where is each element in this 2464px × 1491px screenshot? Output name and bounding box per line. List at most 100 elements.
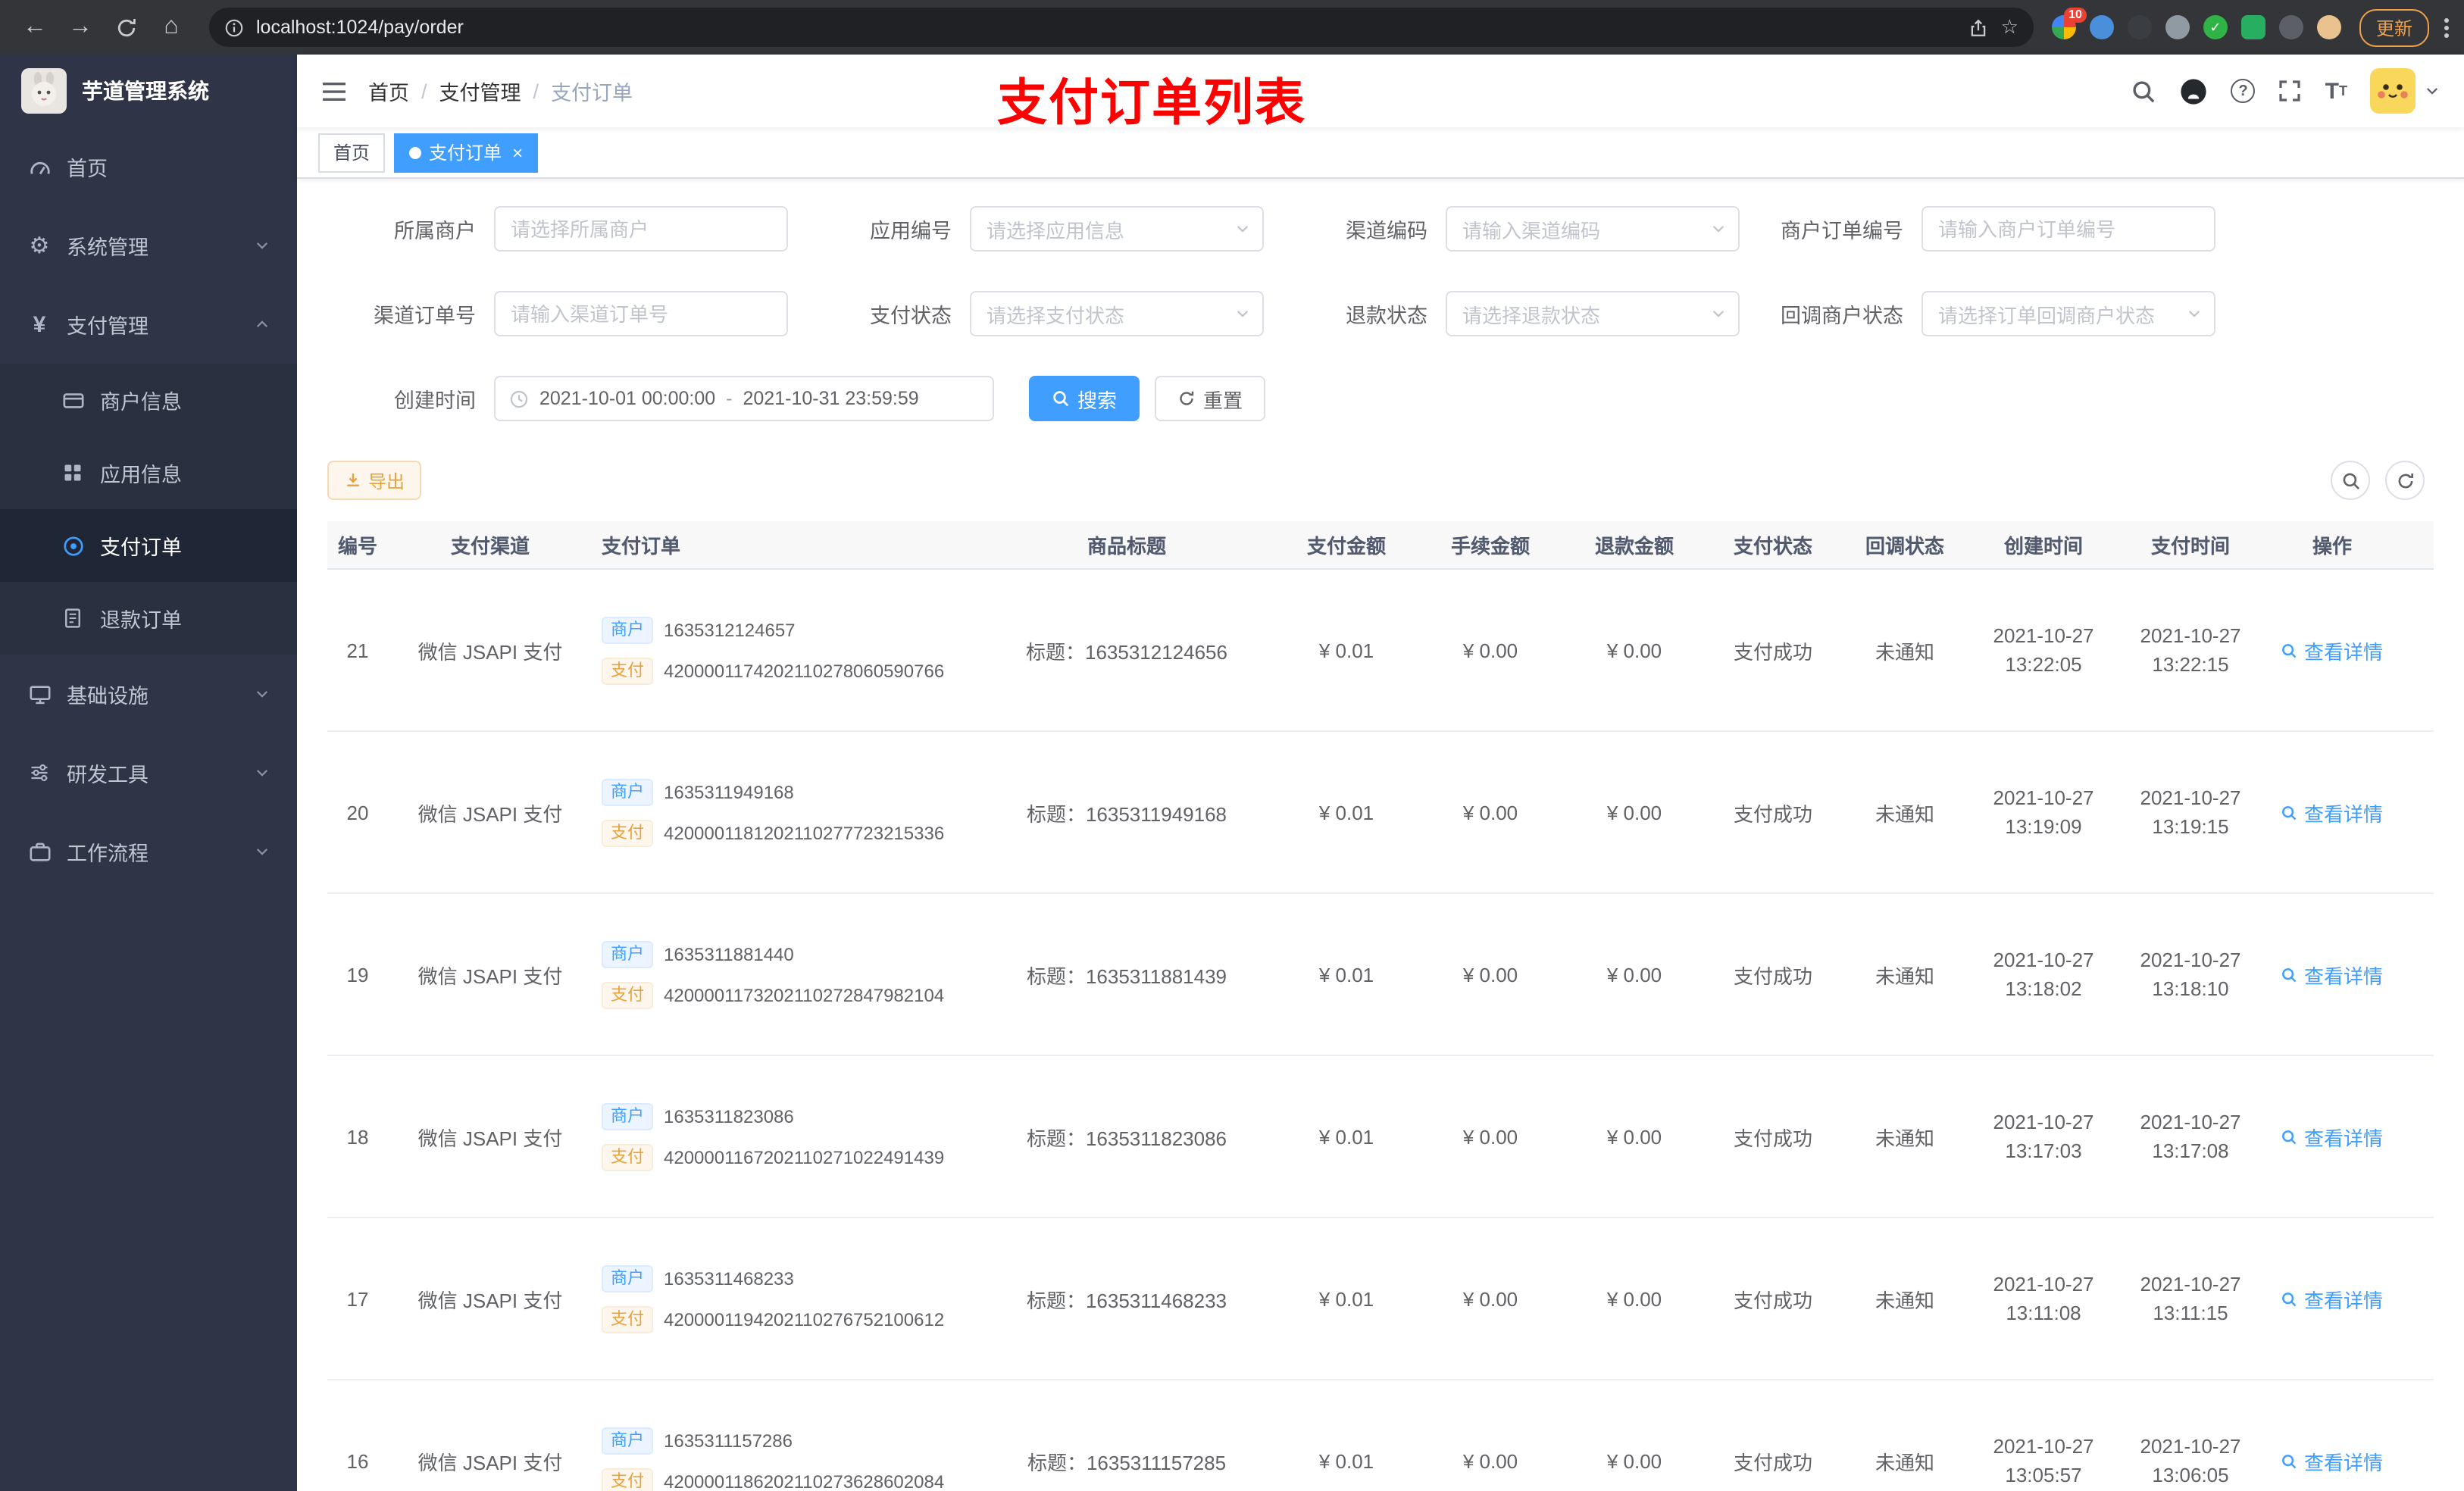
breadcrumb-payment[interactable]: 支付管理 bbox=[439, 76, 521, 106]
user-menu[interactable] bbox=[2370, 68, 2440, 114]
browser-menu-icon[interactable] bbox=[2444, 14, 2449, 40]
cell-pay-time: 2021-10-27 13:11:15 bbox=[2140, 1273, 2241, 1324]
view-detail-link[interactable]: 查看详情 bbox=[2281, 1284, 2383, 1313]
merchant-input[interactable] bbox=[494, 206, 788, 252]
chevron-down-icon bbox=[255, 238, 270, 253]
help-icon[interactable]: ? bbox=[2231, 79, 2256, 103]
cell-refund: ¥ 0.00 bbox=[1606, 963, 1662, 986]
url-text[interactable]: localhost:1024/pay/order bbox=[256, 17, 1957, 38]
sidebar-item-home[interactable]: 首页 bbox=[0, 127, 297, 206]
sidebar-item-dev-tools[interactable]: 研发工具 bbox=[0, 733, 297, 812]
fullscreen-icon[interactable] bbox=[2278, 79, 2303, 103]
ext-icon-1[interactable]: 10 bbox=[2051, 8, 2087, 39]
table-row: 19 微信 JSAPI 支付 商户 1635311881440 支付 4200001… bbox=[327, 894, 2434, 1056]
filter-pay-status: 支付状态 请选择支付状态 bbox=[803, 291, 1264, 336]
view-detail-link[interactable]: 查看详情 bbox=[2281, 1122, 2383, 1151]
pay-status-select[interactable]: 请选择支付状态 bbox=[970, 291, 1264, 336]
sidebar-item-infrastructure[interactable]: 基础设施 bbox=[0, 655, 297, 733]
select-placeholder: 请选择订单回调商户状态 bbox=[1938, 304, 2156, 327]
view-detail-link[interactable]: 查看详情 bbox=[2281, 798, 2383, 827]
notify-status-select[interactable]: 请选择订单回调商户状态 bbox=[1921, 291, 2215, 336]
cell-channel: 微信 JSAPI 支付 bbox=[417, 1451, 563, 1474]
cell-pay-time: 2021-10-27 13:18:10 bbox=[2140, 949, 2241, 1000]
table-header: 编号 支付渠道 支付订单 商品标题 支付金额 手续金额 退款金额 支付状态 回调… bbox=[327, 521, 2434, 570]
sidebar-item-system[interactable]: ⚙ 系统管理 bbox=[0, 206, 297, 285]
sidebar-item-merchant-info[interactable]: 商户信息 bbox=[0, 364, 297, 436]
channel-code-select[interactable]: 请输入渠道编码 bbox=[1446, 206, 1740, 252]
ext-icon-2[interactable] bbox=[2089, 15, 2114, 39]
cell-refund: ¥ 0.00 bbox=[1606, 639, 1662, 661]
cell-refund: ¥ 0.00 bbox=[1606, 1287, 1662, 1310]
cell-action: 查看详情 bbox=[2264, 1446, 2400, 1475]
refresh-table-button[interactable] bbox=[2385, 461, 2425, 500]
cell-id: 21 bbox=[346, 639, 369, 661]
tab-pay-order[interactable]: 支付订单 × bbox=[394, 133, 539, 172]
ext-icon-8[interactable] bbox=[2316, 15, 2341, 39]
breadcrumb: 首页 / 支付管理 / 支付订单 bbox=[368, 76, 633, 106]
table-row: 17 微信 JSAPI 支付 商户 1635311468233 支付 4200001… bbox=[327, 1218, 2434, 1380]
merchant-no: 1635312124657 bbox=[664, 619, 796, 640]
browser-back-icon[interactable]: ← bbox=[15, 8, 55, 47]
refund-status-select[interactable]: 请选择退款状态 bbox=[1446, 291, 1740, 336]
chevron-down-icon bbox=[1235, 221, 1250, 236]
sidebar-item-payment[interactable]: ¥ 支付管理 bbox=[0, 285, 297, 364]
breadcrumb-separator: / bbox=[533, 80, 539, 102]
channel-order-no-input[interactable] bbox=[494, 291, 788, 336]
merchant-order-no-input[interactable] bbox=[1921, 206, 2215, 252]
site-info-icon[interactable] bbox=[224, 17, 244, 37]
date-range-input[interactable]: 2021-10-01 00:00:00 - 2021-10-31 23:59:5… bbox=[494, 376, 994, 421]
tab-label: 支付订单 bbox=[429, 142, 502, 164]
font-size-icon[interactable]: TT bbox=[2325, 80, 2347, 102]
browser-forward-icon[interactable]: → bbox=[61, 8, 100, 47]
ext-icon-4[interactable] bbox=[2165, 15, 2190, 39]
cell-notify: 未通知 bbox=[1875, 964, 1934, 987]
sidebar-item-workflow[interactable]: 工作流程 bbox=[0, 812, 297, 891]
cell-notify: 未通知 bbox=[1875, 1127, 1934, 1149]
col-pay-time: 支付时间 bbox=[2150, 535, 2230, 558]
breadcrumb-separator: / bbox=[421, 80, 427, 102]
search-icon[interactable] bbox=[2131, 78, 2157, 104]
close-icon[interactable]: × bbox=[512, 143, 523, 161]
share-icon[interactable] bbox=[1969, 17, 1989, 37]
app-id-select[interactable]: 请选择应用信息 bbox=[970, 206, 1264, 252]
ext-icon-7[interactable] bbox=[2278, 15, 2303, 39]
filter-channel-code: 渠道编码 请输入渠道编码 bbox=[1279, 206, 1740, 252]
cell-amount: ¥ 0.01 bbox=[1318, 1125, 1374, 1148]
sidebar-item-label: 系统管理 bbox=[67, 236, 149, 259]
select-placeholder: 请选择支付状态 bbox=[987, 304, 1125, 327]
browser-reload-icon[interactable] bbox=[106, 8, 145, 47]
filter-refund-status: 退款状态 请选择退款状态 bbox=[1279, 291, 1740, 336]
sidebar-toggle-icon[interactable] bbox=[321, 80, 347, 102]
view-detail-link[interactable]: 查看详情 bbox=[2281, 1446, 2383, 1475]
reset-button[interactable]: 重置 bbox=[1155, 376, 1266, 421]
search-button[interactable]: 搜索 bbox=[1029, 376, 1140, 421]
ext-icon-5[interactable]: ✓ bbox=[2203, 15, 2228, 39]
ext-icon-3[interactable] bbox=[2127, 15, 2152, 39]
ext-icon-6[interactable] bbox=[2240, 15, 2265, 39]
sidebar-item-refund-order[interactable]: 退款订单 bbox=[0, 582, 297, 655]
cell-status: 支付成功 bbox=[1733, 1127, 1812, 1149]
breadcrumb-home[interactable]: 首页 bbox=[368, 76, 409, 106]
tab-home[interactable]: 首页 bbox=[318, 133, 386, 172]
browser-home-icon[interactable]: ⌂ bbox=[152, 8, 191, 47]
view-detail-link[interactable]: 查看详情 bbox=[2281, 636, 2383, 664]
cell-pay-order: 商户 1635311881440 支付 4200001173202110272847… bbox=[593, 940, 979, 1008]
address-bar[interactable]: localhost:1024/pay/order ☆ bbox=[209, 8, 2034, 47]
search-icon bbox=[2281, 1290, 2298, 1307]
export-button[interactable]: 导出 bbox=[327, 461, 422, 500]
sidebar-item-app-info[interactable]: 应用信息 bbox=[0, 436, 297, 509]
search-icon bbox=[2281, 804, 2298, 821]
pay-tag: 支付 bbox=[602, 981, 653, 1008]
payment-submenu: 商户信息 应用信息 支付订单 退款订单 bbox=[0, 364, 297, 655]
toggle-search-button[interactable] bbox=[2331, 461, 2370, 500]
select-placeholder: 请选择应用信息 bbox=[987, 219, 1125, 242]
view-detail-link[interactable]: 查看详情 bbox=[2281, 960, 2383, 989]
github-icon[interactable] bbox=[2180, 77, 2209, 105]
bookmark-star-icon[interactable]: ☆ bbox=[2001, 15, 2018, 39]
browser-update-button[interactable]: 更新 bbox=[2359, 8, 2429, 46]
filter-label: 渠道编码 bbox=[1346, 220, 1427, 242]
sidebar-item-pay-order[interactable]: 支付订单 bbox=[0, 509, 297, 582]
cell-fee: ¥ 0.00 bbox=[1462, 801, 1518, 824]
avatar[interactable] bbox=[2370, 68, 2416, 114]
pay-no: 4200001194202110276752100612 bbox=[664, 1308, 945, 1330]
